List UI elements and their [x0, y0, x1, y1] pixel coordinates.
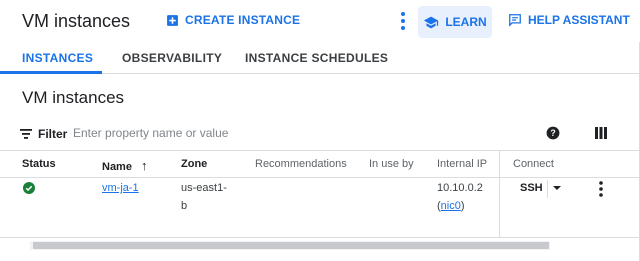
column-header-zone[interactable]: Zone	[181, 158, 207, 170]
column-header-recommendations[interactable]: Recommendations	[255, 158, 347, 170]
section-title: VM instances	[22, 88, 125, 107]
learn-button[interactable]: LEARN	[418, 6, 492, 38]
internal-ip-cell: 10.10.0.2	[437, 182, 483, 194]
svg-text:?: ?	[550, 128, 555, 138]
ssh-button[interactable]: SSH	[520, 182, 543, 194]
sort-ascending-icon: ↑	[141, 158, 148, 173]
row-more-vert-icon[interactable]	[595, 180, 607, 198]
check-circle-icon	[23, 182, 35, 194]
horizontal-scrollbar-thumb[interactable]	[33, 242, 549, 249]
tab-instance-schedules[interactable]: INSTANCE SCHEDULES	[245, 51, 388, 65]
create-instance-label: CREATE INSTANCE	[185, 13, 301, 27]
connect-column-divider	[499, 151, 500, 237]
learn-label: LEARN	[445, 15, 487, 29]
create-instance-button[interactable]: CREATE INSTANCE	[166, 13, 300, 27]
zone-cell-line1: us-east1-	[181, 182, 227, 194]
help-icon[interactable]: ?	[546, 126, 560, 140]
arrow-drop-down-icon[interactable]	[552, 183, 562, 193]
nic-cell: (nic0)	[437, 200, 465, 212]
page-title: VM instances	[22, 11, 131, 31]
help-assistant-label: HELP ASSISTANT	[528, 13, 630, 27]
add-box-icon	[167, 14, 178, 26]
zone-cell-line2: b	[181, 200, 188, 212]
view-column-icon[interactable]	[595, 127, 607, 139]
filter-label: Filter	[38, 127, 68, 141]
help-assistant-button[interactable]: HELP ASSISTANT	[508, 13, 630, 27]
nic-paren-close: )	[460, 200, 465, 212]
chat-icon	[509, 14, 521, 27]
tab-instances[interactable]: INSTANCES	[22, 51, 93, 65]
tab-observability[interactable]: OBSERVABILITY	[122, 51, 222, 65]
column-header-connect: Connect	[513, 158, 554, 170]
column-header-status[interactable]: Status	[22, 158, 56, 170]
filter-input[interactable]	[73, 123, 453, 143]
nic-link[interactable]: nic0	[441, 200, 461, 212]
row-divider	[0, 237, 640, 238]
column-header-name[interactable]: Name ↑	[102, 158, 148, 173]
column-header-name-label: Name	[102, 161, 132, 173]
active-tab-indicator	[0, 71, 102, 74]
filter-list-icon	[20, 129, 32, 139]
ssh-divider	[547, 180, 548, 198]
instance-name-link[interactable]: vm-ja-1	[102, 182, 139, 194]
header-divider	[0, 177, 640, 178]
more-vert-icon[interactable]	[393, 10, 413, 32]
column-header-internal-ip[interactable]: Internal IP	[437, 158, 487, 170]
filter-toggle[interactable]: Filter	[20, 127, 67, 141]
school-icon	[424, 16, 439, 28]
column-header-in-use-by[interactable]: In use by	[369, 158, 414, 170]
